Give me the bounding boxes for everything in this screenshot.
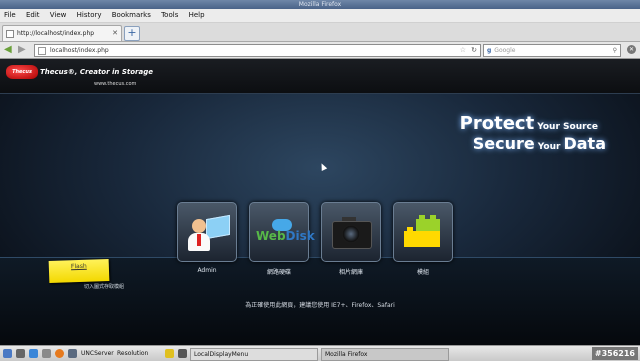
desktop-icon[interactable] — [29, 349, 38, 358]
thecus-logo[interactable]: Thecus Thecus®, Creator in Storage www.th… — [6, 65, 153, 87]
start-menu-icon[interactable] — [3, 349, 12, 358]
admin-icon — [186, 213, 230, 251]
network-icon[interactable] — [178, 349, 187, 358]
modules-icon — [402, 213, 444, 251]
menu-tools[interactable]: Tools — [161, 11, 178, 19]
tab-bar: http://localhost/index.php ✕ + — [0, 23, 640, 42]
menu-view[interactable]: View — [50, 11, 67, 19]
tile-modules[interactable]: 模組 — [393, 202, 453, 276]
taskbar-resolution[interactable]: Resolution — [117, 346, 148, 361]
brand-mark: Thecus — [6, 65, 38, 79]
navigation-toolbar: ◀ ▶ localhost/index.php ☆ ↻ g Google ⚲ — [0, 42, 640, 59]
taskbar: UNCServer Resolution LocalDisplayMenu Mo… — [0, 345, 640, 361]
search-input[interactable]: g Google ⚲ — [483, 44, 621, 57]
slogan-protect: Protect — [459, 113, 535, 134]
taskbar-uncserver[interactable]: UNCServer — [81, 346, 114, 361]
firefox-launcher-icon[interactable] — [55, 349, 64, 358]
webdisk-logo-disk: Disk — [285, 229, 315, 243]
menu-edit[interactable]: Edit — [26, 11, 40, 19]
url-text: localhost/index.php — [50, 47, 109, 54]
menu-file[interactable]: File — [4, 11, 16, 19]
tab-localhost[interactable]: http://localhost/index.php ✕ — [2, 25, 122, 41]
flash-link[interactable]: Flash — [71, 263, 87, 271]
webdisk-logo-web: Web — [256, 229, 286, 243]
menu-bar: File Edit View History Bookmarks Tools H… — [0, 9, 640, 23]
warning-icon[interactable] — [165, 349, 174, 358]
taskbar-localdisplaymenu[interactable]: LocalDisplayMenu — [190, 348, 318, 361]
slogan-secure: Secure — [472, 134, 535, 153]
settings-icon[interactable] — [68, 349, 77, 358]
search-icon[interactable]: ⚲ — [613, 45, 617, 56]
slogan-your: Your — [537, 142, 561, 152]
browser-notice: 為正確使用此網頁，建議您使用 IE7+、Firefox、Safari — [245, 302, 395, 309]
window-title: Mozilla Firefox — [298, 1, 342, 8]
files-icon[interactable] — [42, 349, 51, 358]
flash-sticky-note[interactable]: Flash — [48, 258, 110, 284]
tile-admin[interactable]: Admin — [177, 202, 237, 274]
image-id-badge: #356216 — [591, 347, 638, 360]
tile-webdisk-label: 網路硬碟 — [266, 269, 291, 276]
webdisk-icon: WebDisk — [256, 213, 315, 251]
menu-history[interactable]: History — [77, 11, 102, 19]
close-tab-icon[interactable]: ✕ — [112, 26, 118, 41]
page-header: Thecus Thecus®, Creator in Storage www.th… — [0, 59, 640, 94]
close-window-icon[interactable]: ✕ — [627, 45, 636, 54]
slogan-data: Data — [563, 134, 606, 153]
tile-webdisk[interactable]: WebDisk 網路硬碟 — [249, 202, 315, 276]
new-tab-button[interactable]: + — [124, 26, 140, 41]
menu-help[interactable]: Help — [189, 11, 205, 19]
brand-tagline: Thecus®, Creator in Storage — [40, 68, 153, 76]
brand-url: www.thecus.com — [94, 81, 137, 87]
google-icon[interactable]: g — [487, 45, 491, 56]
slogan: Protect Your Source Secure Your Data — [459, 113, 606, 153]
taskbar-firefox-label: Mozilla Firefox — [325, 351, 368, 358]
flash-note-text: 切入圖式存取模組 — [84, 284, 125, 290]
web-content: Thecus Thecus®, Creator in Storage www.th… — [0, 59, 640, 345]
taskbar-firefox[interactable]: Mozilla Firefox — [321, 348, 449, 361]
tile-photo-label: 相片網庫 — [338, 269, 363, 276]
bookmark-star-icon[interactable]: ☆ — [460, 45, 466, 56]
forward-button[interactable]: ▶ — [18, 44, 26, 56]
tab-title: http://localhost/index.php — [17, 30, 95, 37]
camera-icon — [330, 213, 372, 251]
back-button[interactable]: ◀ — [4, 44, 12, 56]
mouse-cursor-icon — [318, 162, 328, 171]
search-placeholder: Google — [494, 47, 516, 54]
window-titlebar: Mozilla Firefox — [0, 0, 640, 9]
taskbar-localdisplaymenu-label: LocalDisplayMenu — [194, 351, 249, 358]
tile-photo[interactable]: 相片網庫 — [321, 202, 381, 276]
site-icon — [38, 46, 46, 55]
reload-icon[interactable]: ↻ — [471, 45, 477, 56]
menu-bookmarks[interactable]: Bookmarks — [112, 11, 151, 19]
slogan-your-source: Your Source — [537, 122, 598, 132]
tile-admin-label: Admin — [197, 267, 217, 274]
url-bar[interactable]: localhost/index.php ☆ ↻ — [34, 44, 481, 57]
tile-modules-label: 模組 — [416, 269, 429, 276]
page-icon — [6, 29, 14, 38]
terminal-icon[interactable] — [16, 349, 25, 358]
